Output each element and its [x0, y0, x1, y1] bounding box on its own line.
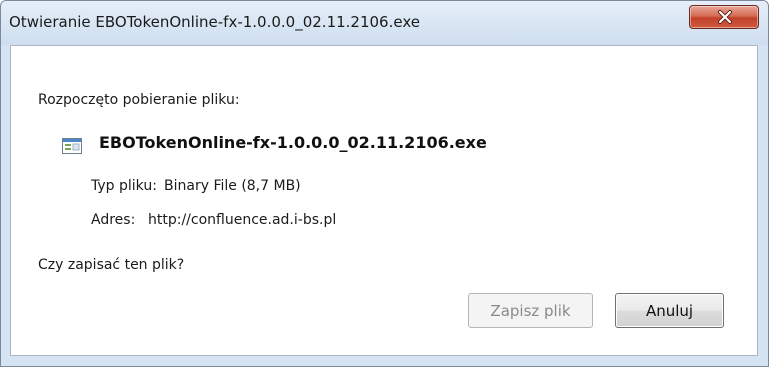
executable-file-icon [62, 138, 82, 154]
window-title: Otwieranie EBOTokenOnline-fx-1.0.0.0_02.… [9, 13, 420, 31]
dialog-body: Rozpoczęto pobieranie pliku: EBOTokenOnl… [10, 45, 758, 356]
cancel-button[interactable]: Anuluj [615, 293, 724, 328]
title-bar[interactable]: Otwieranie EBOTokenOnline-fx-1.0.0.0_02.… [1, 1, 768, 45]
download-started-label: Rozpoczęto pobieranie pliku: [38, 92, 240, 108]
save-file-button[interactable]: Zapisz plik [468, 293, 593, 328]
download-dialog: Otwieranie EBOTokenOnline-fx-1.0.0.0_02.… [0, 0, 769, 367]
address-label: Adres: [91, 212, 136, 228]
file-name: EBOTokenOnline-fx-1.0.0.0_02.11.2106.exe [99, 133, 487, 152]
file-type-label: Typ pliku: [91, 178, 157, 194]
close-button[interactable] [689, 5, 759, 29]
address-value: http://confluence.ad.i-bs.pl [148, 212, 337, 228]
save-question: Czy zapisać ten plik? [38, 257, 185, 273]
file-type-value: Binary File (8,7 MB) [164, 178, 301, 194]
close-icon [718, 10, 732, 24]
